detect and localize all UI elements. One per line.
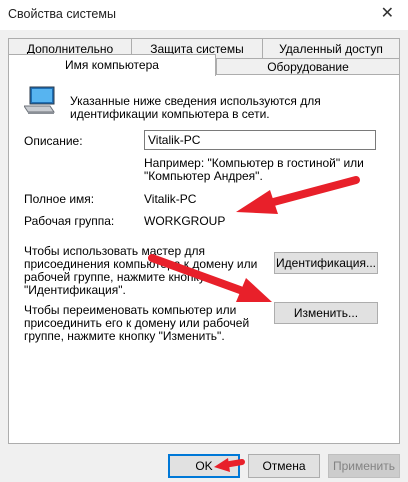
annotation-arrows bbox=[148, 176, 360, 472]
arrow-change bbox=[148, 254, 272, 302]
arrow-ok bbox=[214, 458, 245, 472]
arrow-workgroup bbox=[236, 176, 360, 214]
